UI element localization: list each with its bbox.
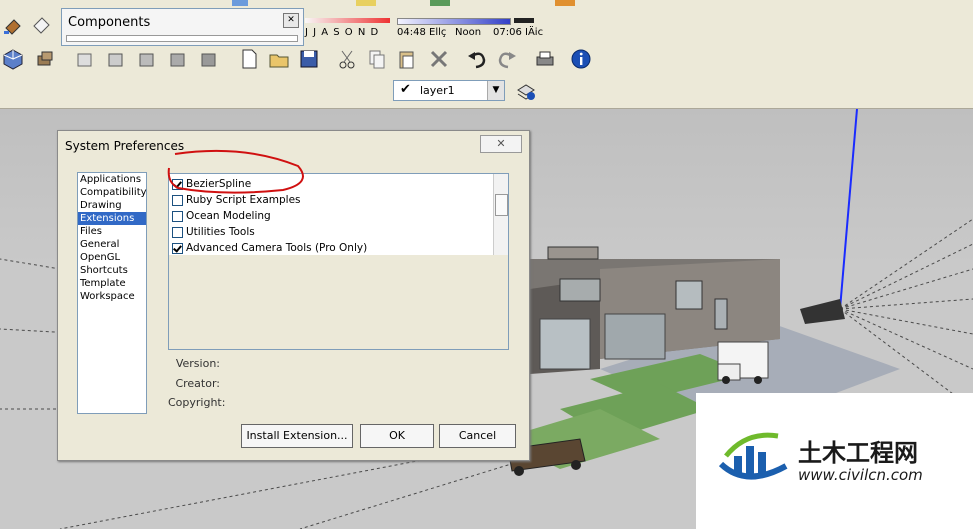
open-folder-icon[interactable] (266, 46, 292, 72)
watermark-url: www.civilcn.com (798, 466, 923, 484)
extension-item[interactable]: Advanced Camera Tools (Pro Only) (169, 240, 508, 256)
category-files[interactable]: Files (78, 225, 146, 238)
new-file-icon[interactable] (236, 46, 262, 72)
extension-label: Advanced Camera Tools (Pro Only) (186, 242, 368, 254)
category-shortcuts[interactable]: Shortcuts (78, 264, 146, 277)
toolbar-cut-icon[interactable] (232, 0, 248, 6)
extension-label: Ocean Modeling (186, 210, 271, 222)
extension-item[interactable]: Ocean Modeling (169, 208, 508, 224)
shadow-noon: Noon (455, 27, 482, 38)
components-title: Components (68, 15, 151, 30)
save-icon[interactable] (296, 46, 322, 72)
print-icon[interactable] (532, 46, 558, 72)
extension-description (168, 255, 509, 350)
extension-checkbox[interactable] (172, 242, 183, 254)
shadow-time-end: 07:06 IÄic (493, 27, 544, 38)
extension-checkbox[interactable] (172, 226, 183, 238)
shadow-months: J J A S O N D (305, 27, 380, 38)
xray-style-icon[interactable] (72, 46, 98, 72)
shadow-time-slider[interactable] (397, 18, 511, 25)
wireframe-style-icon[interactable] (103, 46, 129, 72)
shadow-time-end-slider[interactable] (514, 18, 534, 23)
dialog-close-button[interactable]: ✕ (480, 135, 522, 153)
cut-icon[interactable] (334, 46, 360, 72)
logo-icon (718, 432, 788, 480)
undo-icon[interactable] (464, 46, 490, 72)
components-close-button[interactable]: ✕ (283, 13, 299, 28)
watermark-text: 土木工程网 (798, 439, 918, 467)
annotation-circle (167, 149, 304, 194)
components-panel[interactable]: Components ✕ (61, 8, 304, 46)
category-opengl[interactable]: OpenGL (78, 251, 146, 264)
paste-icon[interactable] (394, 46, 420, 72)
textured-style-icon[interactable] (196, 46, 222, 72)
components-icon[interactable] (32, 46, 58, 72)
toolbar: Components ✕ J J A S O N D 04:48 Ellç No… (0, 0, 973, 109)
extension-scrollbar[interactable] (493, 174, 508, 256)
install-extension-button[interactable]: Install Extension... (241, 424, 353, 448)
shadow-time-start: 04:48 Ellç (397, 27, 447, 38)
shadow-date-slider[interactable] (305, 18, 390, 23)
copyright-label: Copyright: (168, 396, 226, 409)
delete-icon[interactable] (426, 46, 452, 72)
extension-label: Utilities Tools (186, 226, 255, 238)
layer-visible-check-icon: ✔ (400, 82, 411, 97)
extension-checkbox[interactable] (172, 210, 183, 222)
eraser-icon[interactable] (28, 12, 54, 38)
category-applications[interactable]: Applications (78, 173, 146, 186)
category-template[interactable]: Template (78, 277, 146, 290)
ok-button[interactable]: OK (360, 424, 434, 448)
layer-select[interactable]: ✔ layer1 ▼ (393, 80, 505, 101)
chevron-down-icon[interactable]: ▼ (487, 81, 504, 100)
system-preferences-dialog: System Preferences ✕ Applications Compat… (57, 130, 530, 461)
category-compatibility[interactable]: Compatibility (78, 186, 147, 199)
extension-item[interactable]: Utilities Tools (169, 224, 508, 240)
hidden-line-style-icon[interactable] (134, 46, 160, 72)
category-drawing[interactable]: Drawing (78, 199, 146, 212)
copy-icon[interactable] (364, 46, 390, 72)
creator-label: Creator: (175, 377, 220, 390)
redo-icon[interactable] (494, 46, 520, 72)
toolbar-cut-icon[interactable] (356, 0, 376, 6)
scrollbar-thumb[interactable] (495, 194, 508, 216)
layer-name: layer1 (420, 84, 455, 97)
iso-view-icon[interactable] (0, 46, 26, 72)
layer-manager-icon[interactable] (513, 78, 539, 104)
paint-bucket-icon[interactable] (0, 12, 26, 38)
toolbar-cut-icon[interactable] (555, 0, 575, 6)
components-progress (66, 35, 298, 42)
category-workspace[interactable]: Workspace (78, 290, 146, 303)
category-general[interactable]: General (78, 238, 146, 251)
model-info-icon[interactable] (568, 46, 594, 72)
cancel-button[interactable]: Cancel (439, 424, 516, 448)
version-label: Version: (175, 357, 220, 370)
category-extensions[interactable]: Extensions (78, 212, 146, 225)
shaded-style-icon[interactable] (165, 46, 191, 72)
category-list[interactable]: Applications Compatibility Drawing Exten… (77, 172, 147, 414)
extension-checkbox[interactable] (172, 194, 183, 206)
toolbar-cut-icon[interactable] (430, 0, 450, 6)
